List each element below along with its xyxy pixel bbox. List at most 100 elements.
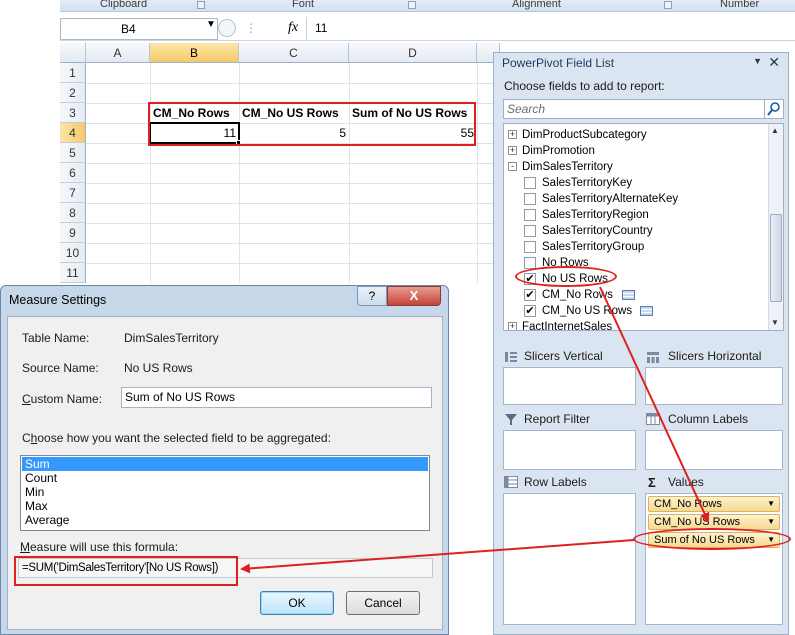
ribbon-group-clipboard: Clipboard bbox=[100, 0, 148, 10]
row-header-6[interactable]: 6 bbox=[60, 163, 86, 183]
row-header-10[interactable]: 10 bbox=[60, 243, 86, 263]
column-header-a[interactable]: A bbox=[86, 43, 150, 63]
field-label: SalesTerritoryRegion bbox=[542, 209, 649, 221]
row-header-3[interactable]: 3 bbox=[60, 103, 86, 123]
slicers-vertical-dropzone[interactable] bbox=[503, 367, 636, 405]
slicers-horizontal-dropzone[interactable] bbox=[645, 367, 783, 405]
row-header-1[interactable]: 1 bbox=[60, 63, 86, 83]
chevron-down-icon[interactable]: ▼ bbox=[206, 19, 216, 30]
ribbon-group-alignment: Alignment bbox=[512, 0, 561, 10]
gridline bbox=[239, 63, 240, 283]
formula-bar: B4 ▼ ⋮ fx 11 bbox=[60, 17, 795, 41]
expand-icon[interactable]: + bbox=[508, 322, 517, 330]
formula-label: Measure will use this formula: bbox=[20, 540, 179, 554]
custom-name-input[interactable]: Sum of No US Rows bbox=[121, 387, 432, 408]
highlight-formula bbox=[14, 556, 238, 586]
gridline bbox=[86, 203, 500, 204]
ribbon-group-number: Number bbox=[720, 0, 760, 10]
values-item-cm-no-rows[interactable]: CM_No Rows ▼ bbox=[648, 496, 780, 512]
row-header-11[interactable]: 11 bbox=[60, 263, 86, 283]
highlight-sum-of-no-us-rows-pill bbox=[633, 528, 791, 550]
ribbon-group-strip: Clipboard Font Alignment Number bbox=[60, 0, 795, 12]
checkmark-icon[interactable]: ✔ bbox=[524, 305, 536, 317]
column-labels-dropzone[interactable] bbox=[645, 430, 783, 470]
column-header-d[interactable]: D bbox=[349, 43, 477, 63]
source-name-value: No US Rows bbox=[124, 361, 193, 375]
checkmark-icon[interactable]: ✔ bbox=[524, 289, 536, 301]
field-checkbox[interactable] bbox=[524, 177, 536, 189]
collapse-icon[interactable]: - bbox=[508, 162, 517, 171]
search-input[interactable]: Search bbox=[503, 99, 772, 119]
field-checkbox[interactable] bbox=[524, 193, 536, 205]
column-labels-icon bbox=[646, 413, 660, 425]
aggregation-option-average[interactable]: Average bbox=[22, 513, 428, 527]
values-dropzone[interactable]: CM_No Rows ▼ CM_No US Rows ▼ Sum of No US … bbox=[645, 493, 783, 625]
aggregation-listbox[interactable]: Sum Count Min Max Average bbox=[20, 455, 430, 531]
splitter-dots-icon: ⋮ bbox=[245, 21, 258, 35]
search-button[interactable] bbox=[764, 99, 784, 119]
scroll-down-icon[interactable]: ▼ bbox=[771, 318, 779, 327]
row-labels-dropzone[interactable] bbox=[503, 493, 636, 625]
zone-label-row-labels: Row Labels bbox=[524, 475, 587, 489]
row-header-7[interactable]: 7 bbox=[60, 183, 86, 203]
ok-button[interactable]: OK bbox=[260, 591, 334, 615]
gridline bbox=[86, 263, 500, 264]
vertical-scrollbar[interactable]: ▲ ▼ bbox=[768, 124, 783, 330]
cancel-button[interactable]: Cancel bbox=[346, 591, 420, 615]
close-button[interactable]: X bbox=[387, 286, 441, 306]
report-filter-dropzone[interactable] bbox=[503, 430, 636, 470]
expand-icon[interactable]: + bbox=[508, 130, 517, 139]
row-header-8[interactable]: 8 bbox=[60, 203, 86, 223]
scrollbar-thumb[interactable] bbox=[770, 214, 782, 302]
scroll-up-icon[interactable]: ▲ bbox=[771, 126, 779, 135]
select-all-corner[interactable] bbox=[60, 43, 86, 63]
formula-bar-handle-icon[interactable] bbox=[218, 19, 236, 37]
help-icon: ? bbox=[368, 289, 376, 303]
chevron-down-icon[interactable]: ▼ bbox=[767, 497, 775, 511]
gridline bbox=[86, 183, 500, 184]
calculated-measure-icon bbox=[640, 306, 653, 316]
insert-function-icon[interactable]: fx bbox=[288, 20, 298, 36]
expand-icon[interactable]: + bbox=[508, 146, 517, 155]
formula-bar-divider bbox=[306, 17, 307, 41]
name-box[interactable]: B4 bbox=[60, 18, 218, 40]
field-checkbox[interactable] bbox=[524, 241, 536, 253]
field-tree: + DimProductSubcategory + DimPromotion -… bbox=[503, 123, 784, 331]
help-button[interactable]: ? bbox=[357, 286, 387, 306]
highlight-no-us-rows-field bbox=[515, 266, 617, 287]
close-icon[interactable]: ✕ bbox=[768, 54, 780, 71]
zone-label-slicers-horizontal: Slicers Horizontal bbox=[668, 349, 762, 363]
gridline bbox=[477, 63, 478, 283]
zone-label-report-filter: Report Filter bbox=[524, 412, 591, 426]
field-checkbox[interactable] bbox=[524, 209, 536, 221]
alignment-launcher-icon[interactable] bbox=[664, 1, 672, 9]
custom-name-label: Custom Name: bbox=[22, 392, 103, 406]
worksheet-grid: A B C D 1 2 3 4 5 6 7 8 9 10 11 CM_No Ro… bbox=[60, 43, 500, 283]
row-labels-icon bbox=[504, 476, 518, 488]
row-header-5[interactable]: 5 bbox=[60, 143, 86, 163]
pane-menu-icon[interactable]: ▼ bbox=[753, 56, 762, 66]
gridline bbox=[86, 163, 500, 164]
slicers-horizontal-icon bbox=[647, 352, 659, 363]
field-label: SalesTerritoryAlternateKey bbox=[542, 193, 679, 205]
column-header-c[interactable]: C bbox=[239, 43, 349, 63]
field-label: CM_No Rows bbox=[542, 289, 613, 301]
row-header-2[interactable]: 2 bbox=[60, 83, 86, 103]
tree-item-label: DimSalesTerritory bbox=[522, 161, 613, 173]
aggregation-option-max[interactable]: Max bbox=[22, 499, 428, 513]
highlight-pivot-headers bbox=[148, 102, 476, 146]
field-label: SalesTerritoryCountry bbox=[542, 225, 653, 237]
formula-input[interactable]: 11 bbox=[315, 21, 327, 35]
aggregation-option-sum[interactable]: Sum bbox=[22, 457, 428, 471]
column-header-b[interactable]: B bbox=[150, 43, 239, 63]
aggregation-option-count[interactable]: Count bbox=[22, 471, 428, 485]
clipboard-launcher-icon[interactable] bbox=[197, 1, 205, 9]
chevron-down-icon[interactable]: ▼ bbox=[767, 515, 775, 529]
zone-label-column-labels: Column Labels bbox=[668, 412, 749, 426]
aggregation-option-min[interactable]: Min bbox=[22, 485, 428, 499]
zone-label-slicers-vertical: Slicers Vertical bbox=[524, 349, 603, 363]
field-checkbox[interactable] bbox=[524, 225, 536, 237]
font-launcher-icon[interactable] bbox=[408, 1, 416, 9]
row-header-4[interactable]: 4 bbox=[60, 123, 86, 143]
row-header-9[interactable]: 9 bbox=[60, 223, 86, 243]
